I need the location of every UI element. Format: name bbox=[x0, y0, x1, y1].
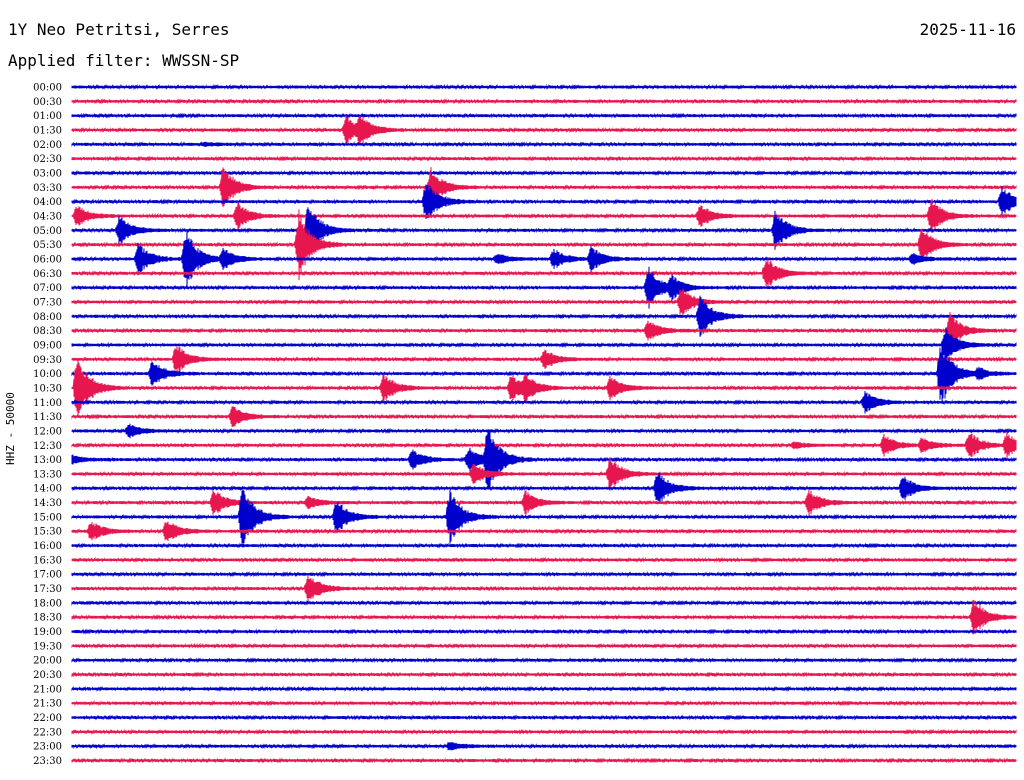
time-tick-label: 20:00 bbox=[33, 656, 62, 667]
time-tick-label: 23:30 bbox=[33, 756, 62, 767]
seismogram-trace bbox=[71, 628, 1017, 635]
seismogram-trace bbox=[71, 542, 1017, 549]
time-tick-label: 06:00 bbox=[33, 254, 62, 265]
seismogram-trace bbox=[71, 83, 1017, 91]
seismogram-trace bbox=[71, 757, 1017, 764]
time-tick-label: 03:30 bbox=[33, 183, 62, 194]
seismogram-trace bbox=[71, 671, 1017, 678]
time-tick-label: 10:30 bbox=[33, 383, 62, 394]
time-tick-label: 11:30 bbox=[33, 412, 62, 423]
time-tick-label: 18:00 bbox=[33, 598, 62, 609]
time-tick-label: 07:30 bbox=[33, 297, 62, 308]
time-tick-label: 22:30 bbox=[33, 727, 62, 738]
time-tick-label: 11:00 bbox=[33, 398, 62, 409]
time-tick-label: 07:00 bbox=[33, 283, 62, 294]
seismogram-trace bbox=[71, 657, 1017, 664]
seismogram-trace bbox=[71, 741, 1017, 751]
seismogram-trace bbox=[71, 599, 1017, 635]
seismogram-trace bbox=[71, 209, 1017, 281]
seismogram-trace bbox=[71, 642, 1017, 650]
time-tick-label: 23:00 bbox=[33, 742, 62, 753]
time-tick-label: 16:00 bbox=[33, 541, 62, 552]
seismogram-trace bbox=[71, 556, 1017, 564]
seismogram-trace bbox=[71, 521, 1017, 542]
time-tick-label: 17:30 bbox=[33, 584, 62, 595]
time-tick-label: 09:30 bbox=[33, 355, 62, 366]
time-tick-label: 04:00 bbox=[33, 197, 62, 208]
seismogram-trace bbox=[71, 346, 1017, 373]
seismogram-trace bbox=[71, 571, 1017, 578]
time-tick-label: 13:00 bbox=[33, 455, 62, 466]
helicorder-plot: 00:00 00:30 01:00 01:30 02:00 02:30 03:00 03:30… bbox=[33, 83, 1017, 767]
time-tick-label: 00:00 bbox=[33, 83, 62, 94]
seismogram-trace bbox=[71, 728, 1017, 735]
seismogram-trace bbox=[71, 457, 1017, 491]
time-tick-label: 16:30 bbox=[33, 555, 62, 566]
time-tick-label: 08:00 bbox=[33, 312, 62, 323]
time-tick-label: 08:30 bbox=[33, 326, 62, 337]
seismogram-trace bbox=[71, 423, 1017, 439]
seismogram-trace bbox=[71, 169, 1017, 177]
time-tick-label: 14:00 bbox=[33, 484, 62, 495]
time-tick-label: 03:00 bbox=[33, 168, 62, 179]
time-tick-label: 19:00 bbox=[33, 627, 62, 638]
time-tick-label: 09:00 bbox=[33, 340, 62, 351]
seismogram-trace bbox=[71, 599, 1017, 607]
seismogram-trace bbox=[71, 489, 1017, 517]
seismogram-trace bbox=[71, 406, 1017, 427]
seismogram-trace bbox=[71, 429, 1017, 490]
time-tick-label: 20:30 bbox=[33, 670, 62, 681]
time-tick-label: 04:30 bbox=[33, 211, 62, 222]
seismogram-trace bbox=[71, 155, 1017, 162]
time-tick-label: 15:00 bbox=[33, 512, 62, 523]
seismogram-trace bbox=[71, 359, 1017, 416]
seismogram-trace bbox=[71, 714, 1017, 721]
time-tick-label: 13:30 bbox=[33, 469, 62, 480]
time-tick-label: 05:00 bbox=[33, 226, 62, 237]
seismogram-trace bbox=[71, 231, 1017, 287]
seismogram-trace bbox=[71, 98, 1017, 105]
seismogram-trace bbox=[71, 700, 1017, 707]
time-tick-label: 17:00 bbox=[33, 570, 62, 581]
time-tick-label: 15:30 bbox=[33, 527, 62, 538]
time-tick-label: 00:30 bbox=[33, 97, 62, 108]
time-tick-label: 21:00 bbox=[33, 684, 62, 695]
time-tick-label: 06:30 bbox=[33, 269, 62, 280]
seismogram-trace bbox=[71, 258, 1017, 288]
seismogram-trace bbox=[71, 288, 1017, 316]
time-tick-label: 01:30 bbox=[33, 125, 62, 136]
seismogram-trace bbox=[71, 198, 1017, 233]
seismogram-trace bbox=[71, 431, 1017, 460]
time-tick-label: 19:30 bbox=[33, 641, 62, 652]
seismogram-trace bbox=[71, 112, 1017, 119]
time-tick-label: 05:30 bbox=[33, 240, 62, 251]
seismogram-trace bbox=[71, 115, 1017, 145]
time-tick-label: 22:00 bbox=[33, 713, 62, 724]
time-tick-label: 12:00 bbox=[33, 426, 62, 437]
time-tick-label: 18:30 bbox=[33, 613, 62, 624]
seismogram-trace bbox=[71, 390, 1017, 414]
time-tick-label: 02:00 bbox=[33, 140, 62, 151]
time-tick-label: 21:30 bbox=[33, 699, 62, 710]
time-tick-label: 01:00 bbox=[33, 111, 62, 122]
seismogram-trace bbox=[71, 685, 1017, 692]
time-tick-label: 14:30 bbox=[33, 498, 62, 509]
seismogram-trace bbox=[71, 575, 1017, 602]
time-tick-label: 02:30 bbox=[33, 154, 62, 165]
seismogram-trace bbox=[71, 141, 1017, 148]
time-tick-label: 12:30 bbox=[33, 441, 62, 452]
time-tick-label: 10:00 bbox=[33, 369, 62, 380]
